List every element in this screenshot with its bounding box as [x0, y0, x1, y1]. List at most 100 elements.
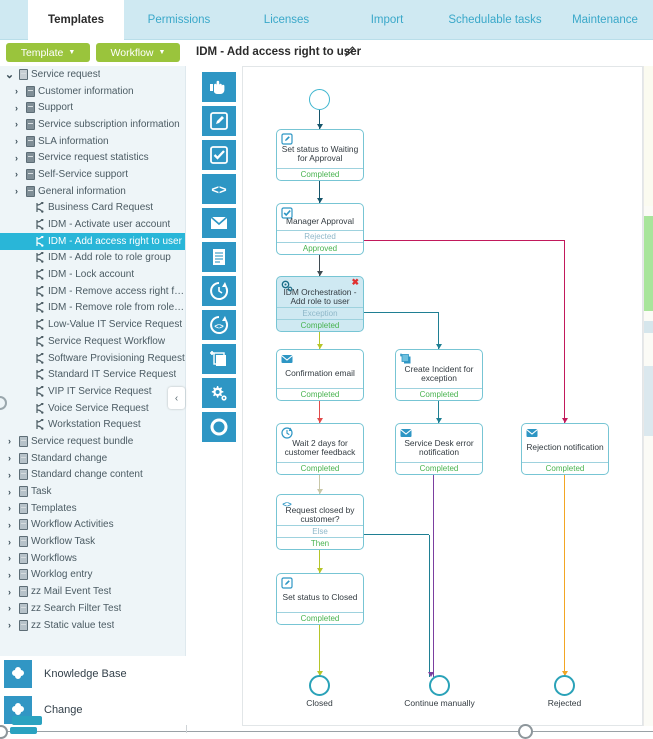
tree-item-22[interactable]: › Service request bundle [0, 433, 185, 450]
sidebar-collapse-button[interactable]: ‹ [168, 387, 185, 409]
module-item-0[interactable]: Knowledge Base [0, 656, 186, 692]
palette-form-activity-icon[interactable] [202, 242, 236, 272]
node-set-closed[interactable]: Set status to Closed Completed [276, 573, 364, 625]
bottom-left-grip[interactable] [0, 725, 8, 739]
terminal-closed[interactable]: Closed [306, 675, 333, 708]
tree-twisty[interactable]: › [4, 603, 15, 613]
tree-item-6[interactable]: › Self-Service support [0, 166, 185, 183]
node-port-rejected[interactable]: Rejected [277, 230, 363, 242]
tree-twisty[interactable]: › [4, 553, 15, 563]
palette-email-activity-icon[interactable] [202, 208, 236, 238]
tree-item-11[interactable]: IDM - Add role to role group [0, 250, 185, 267]
node-port-then[interactable]: Then [277, 537, 363, 549]
node-port-completed[interactable]: Completed [277, 462, 363, 474]
tree-item-1[interactable]: › Customer information [0, 83, 185, 100]
terminal-rejected[interactable]: Rejected [548, 675, 581, 708]
palette-loop-activity-icon[interactable]: <> [202, 310, 236, 340]
node-port-completed[interactable]: Completed [277, 388, 363, 400]
tree-item-7[interactable]: › General information [0, 183, 185, 200]
tree-item-2[interactable]: › Support [0, 99, 185, 116]
tree-item-30[interactable]: › Worklog entry [0, 567, 185, 584]
node-wait-2-days[interactable]: Wait 2 days for customer feedback Complet… [276, 423, 364, 475]
tree-twisty[interactable]: › [11, 119, 22, 129]
node-rejection-notification[interactable]: Rejection notification Completed [521, 423, 609, 475]
tree-item-14[interactable]: IDM - Remove role from role gr… [0, 300, 185, 317]
tree-twisty[interactable]: › [11, 86, 22, 96]
tree-item-3[interactable]: › Service subscription information [0, 116, 185, 133]
tree-item-19[interactable]: VIP IT Service Request [0, 383, 185, 400]
tree-item-8[interactable]: Business Card Request [0, 200, 185, 217]
node-port-completed[interactable]: Completed [277, 168, 363, 180]
node-port-completed[interactable]: Completed [277, 612, 363, 624]
tree-item-15[interactable]: Low-Value IT Service Request [0, 316, 185, 333]
start-node[interactable] [309, 89, 330, 110]
node-port-completed[interactable]: Completed [396, 388, 482, 400]
node-create-incident[interactable]: Create Incident for exception Completed [395, 349, 483, 401]
tree-twisty[interactable]: › [4, 436, 15, 446]
tree-twisty[interactable]: › [11, 169, 22, 179]
tree-item-16[interactable]: Service Request Workflow [0, 333, 185, 350]
tree-item-10[interactable]: IDM - Add access right to user [0, 232, 185, 250]
tree-item-24[interactable]: › Standard change content [0, 467, 185, 484]
node-set-waiting[interactable]: Set status to Waiting for Approval Comple… [276, 129, 364, 181]
node-idm-orchestration[interactable]: ✖ IDM Orchestration - Add role to user Exc… [276, 276, 364, 332]
tree-item-21[interactable]: Workstation Request [0, 416, 185, 433]
tab-import[interactable]: Import [339, 0, 435, 40]
tree-item-31[interactable]: › zz Mail Event Test [0, 583, 185, 600]
template-dropdown-button[interactable]: Template ▼ [6, 43, 90, 62]
tree-twisty[interactable]: › [4, 537, 15, 547]
node-port-completed[interactable]: Completed [396, 462, 482, 474]
tree-twisty[interactable]: › [4, 620, 15, 630]
node-port-else[interactable]: Else [277, 525, 363, 537]
tree-item-28[interactable]: › Workflow Task [0, 533, 185, 550]
tree-item-9[interactable]: IDM - Activate user account [0, 216, 185, 233]
bottom-blue-tab-upper[interactable] [12, 716, 42, 725]
palette-edit-activity-icon[interactable] [202, 106, 236, 136]
terminal-continue[interactable]: Continue manually [404, 675, 475, 708]
tab-schedulable-tasks[interactable]: Schedulable tasks [435, 0, 555, 40]
palette-orchestration-activity-icon[interactable] [202, 378, 236, 408]
palette-end-node-icon[interactable] [202, 412, 236, 442]
palette-wait-timer-activity-icon[interactable] [202, 276, 236, 306]
tree-twisty[interactable]: › [4, 470, 15, 480]
palette-create-object-activity-icon[interactable] [202, 344, 236, 374]
node-sd-error-notification[interactable]: Service Desk error notification Completed [395, 423, 483, 475]
node-port-exception[interactable]: Exception [277, 307, 363, 319]
tab-templates[interactable]: Templates [28, 0, 124, 40]
delete-node-button[interactable]: ✖ [351, 278, 359, 287]
tree-item-27[interactable]: › Workflow Activities [0, 517, 185, 534]
tree-item-5[interactable]: › Service request statistics [0, 149, 185, 166]
tree-item-20[interactable]: Voice Service Request [0, 400, 185, 417]
tree-twisty[interactable]: › [11, 186, 22, 196]
tab-maintenance[interactable]: Maintenance [555, 0, 653, 40]
workflow-dropdown-button[interactable]: Workflow ▼ [96, 43, 180, 62]
tree-twisty[interactable]: › [4, 503, 15, 513]
palette-approval-activity-icon[interactable] [202, 140, 236, 170]
bottom-right-grip[interactable] [518, 724, 533, 739]
node-confirmation-email[interactable]: Confirmation email Completed [276, 349, 364, 401]
palette-manual-activity-icon[interactable] [202, 72, 236, 102]
tree-item-12[interactable]: IDM - Lock account [0, 266, 185, 283]
node-port-completed[interactable]: Completed [277, 319, 363, 331]
canvas-minimap-strip[interactable] [643, 66, 653, 726]
tab-licenses[interactable]: Licenses [234, 0, 339, 40]
tree-item-0[interactable]: ⌄ Service request [0, 66, 185, 83]
node-port-completed[interactable]: Completed [522, 462, 608, 474]
node-manager-approval[interactable]: Manager Approval Rejected Approved [276, 203, 364, 255]
tree-twisty[interactable]: › [4, 520, 15, 530]
object-tree-panel[interactable]: ⌄ Service request › Customer information › Su… [0, 66, 186, 656]
tree-twisty[interactable]: › [4, 453, 15, 463]
tree-item-17[interactable]: Software Provisioning Request [0, 350, 185, 367]
tree-twisty[interactable]: › [4, 487, 15, 497]
tree-twisty[interactable]: › [4, 587, 15, 597]
node-port-approved[interactable]: Approved [277, 242, 363, 254]
tree-item-13[interactable]: IDM - Remove access right fro… [0, 283, 185, 300]
tab-permissions[interactable]: Permissions [124, 0, 234, 40]
tree-item-29[interactable]: › Workflows [0, 550, 185, 567]
tree-item-23[interactable]: › Standard change [0, 450, 185, 467]
tree-twisty[interactable]: ⌄ [4, 68, 15, 81]
tree-item-4[interactable]: › SLA information [0, 133, 185, 150]
tree-twisty[interactable]: › [11, 153, 22, 163]
tree-twisty[interactable]: › [11, 103, 22, 113]
workflow-canvas[interactable]: Set status to Waiting for Approval Comple… [242, 66, 643, 726]
